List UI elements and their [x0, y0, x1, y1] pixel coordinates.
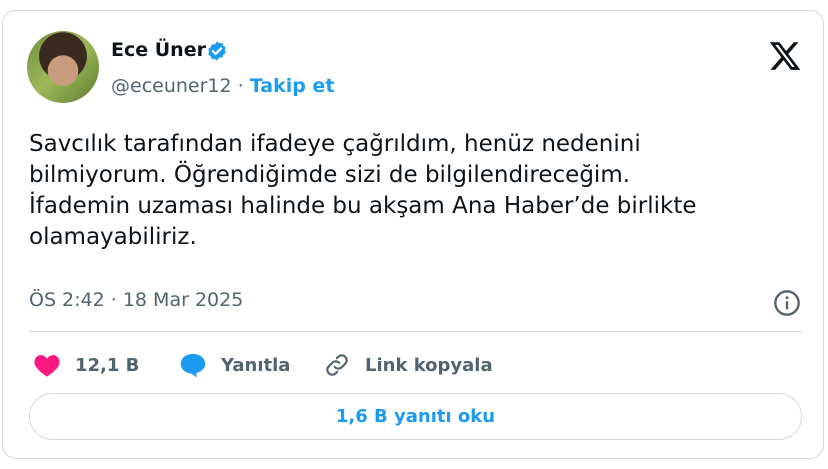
- copy-link-label: Link kopyala: [365, 354, 493, 376]
- tweet-card: Ece Üner @eceuner12 · Takip et Savcılık …: [2, 10, 824, 459]
- separator: ·: [237, 75, 244, 97]
- like-button[interactable]: 12,1 B: [33, 351, 139, 379]
- info-icon[interactable]: [773, 289, 801, 317]
- link-icon: [326, 354, 348, 376]
- tweet-timestamp[interactable]: ÖS 2:42 · 18 Mar 2025: [29, 289, 243, 311]
- handle-row: @eceuner12 · Takip et: [111, 75, 334, 97]
- avatar[interactable]: [27, 31, 99, 103]
- reply-button[interactable]: Yanıtla: [179, 351, 290, 379]
- like-count: 12,1 B: [75, 354, 140, 376]
- tweet-line: İfademin uzaması halinde bu akşam Ana Ha…: [29, 193, 697, 219]
- tweet-line: bilmiyorum. Öğrendiğimde sizi de bilgile…: [29, 162, 631, 188]
- follow-button[interactable]: Takip et: [250, 75, 335, 97]
- tweet-text: Savcılık tarafından ifadeye çağrıldım, h…: [29, 129, 799, 253]
- reply-label: Yanıtla: [221, 354, 291, 376]
- read-replies-button[interactable]: 1,6 B yanıtı oku: [29, 393, 802, 440]
- author-handle[interactable]: @eceuner12: [111, 75, 232, 97]
- tweet-line: Savcılık tarafından ifadeye çağrıldım, h…: [29, 131, 641, 157]
- x-logo-icon[interactable]: [768, 39, 802, 73]
- read-replies-label: 1,6 B yanıtı oku: [335, 406, 496, 427]
- copy-link-button[interactable]: Link kopyala: [323, 351, 493, 379]
- heart-icon: [34, 355, 60, 377]
- tweet-line: olamayabiliriz.: [29, 224, 197, 250]
- verified-badge-icon: [208, 41, 226, 61]
- author-name[interactable]: Ece Üner: [111, 39, 206, 61]
- speech-bubble-icon: [180, 353, 206, 378]
- divider: [29, 331, 802, 332]
